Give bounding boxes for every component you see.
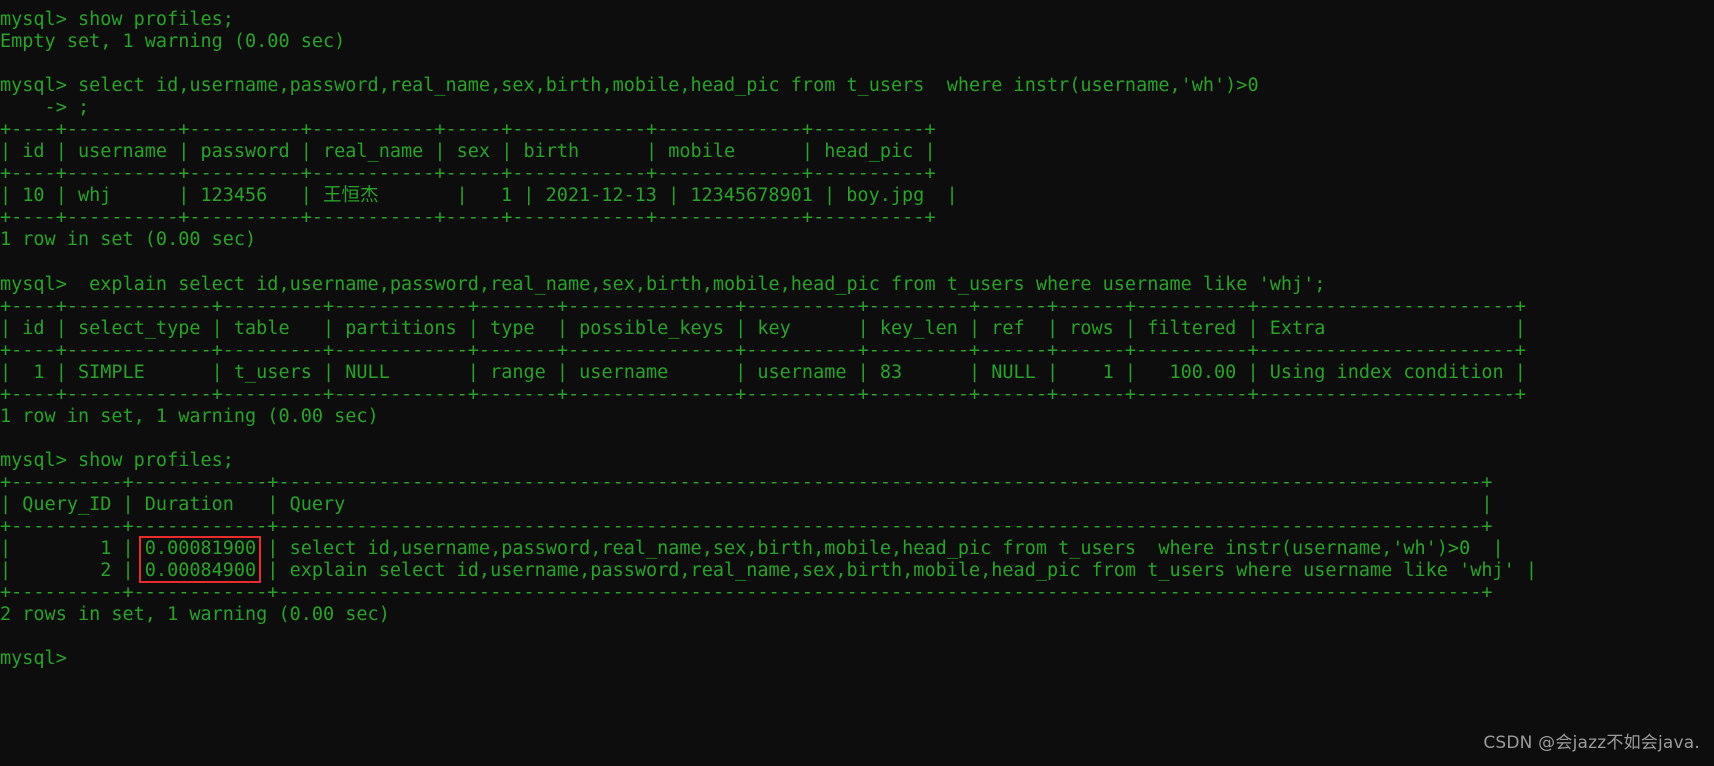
terminal-line: +----+----------+----------+-----------+… xyxy=(0,163,936,185)
terminal-line: | 2 | 0.00084900 | explain select id,use… xyxy=(0,560,1538,582)
terminal-line: +----------+------------+---------------… xyxy=(0,471,1493,493)
terminal-line: +----+-------------+---------+----------… xyxy=(0,339,1526,361)
terminal-line: | id | select_type | table | partitions … xyxy=(0,317,1526,339)
terminal-line: +----+-------------+---------+----------… xyxy=(0,295,1526,317)
terminal-window[interactable]: mysql> show profiles; Empty set, 1 warni… xyxy=(0,0,1714,766)
terminal-line: | 10 | whj | 123456 | 王恒杰 | 1 | 2021-12-… xyxy=(0,185,958,207)
terminal-prompt-line[interactable]: mysql> xyxy=(0,648,1714,670)
terminal-line: 1 row in set, 1 warning (0.00 sec) xyxy=(0,405,379,427)
terminal-line: | 1 | 0.00081900 | select id,username,pa… xyxy=(0,538,1504,560)
terminal-line: | id | username | password | real_name |… xyxy=(0,141,936,163)
terminal-line: -> ; xyxy=(0,97,90,119)
terminal-line: mysql> show profiles; xyxy=(0,9,234,30)
terminal-line: 2 rows in set, 1 warning (0.00 sec) xyxy=(0,604,390,626)
terminal-line: +----------+------------+---------------… xyxy=(0,516,1493,538)
terminal-line: Empty set, 1 warning (0.00 sec) xyxy=(0,31,346,53)
csdn-watermark: CSDN @会jazz不如会java. xyxy=(1483,732,1700,753)
terminal-line: +----+-------------+---------+----------… xyxy=(0,383,1526,405)
terminal-line: mysql> explain select id,username,passwo… xyxy=(0,273,1326,295)
terminal-line: +----------+------------+---------------… xyxy=(0,582,1493,604)
terminal-line: +----+----------+----------+-----------+… xyxy=(0,207,936,229)
terminal-line: | 1 | SIMPLE | t_users | NULL | range | … xyxy=(0,361,1526,383)
terminal-line: 1 row in set (0.00 sec) xyxy=(0,229,257,251)
terminal-line: | Query_ID | Duration | Query | xyxy=(0,494,1493,516)
terminal-line: mysql> show profiles; xyxy=(0,449,234,471)
terminal-line: mysql> select id,username,password,real_… xyxy=(0,75,1259,97)
terminal-line: +----+----------+----------+-----------+… xyxy=(0,119,936,141)
